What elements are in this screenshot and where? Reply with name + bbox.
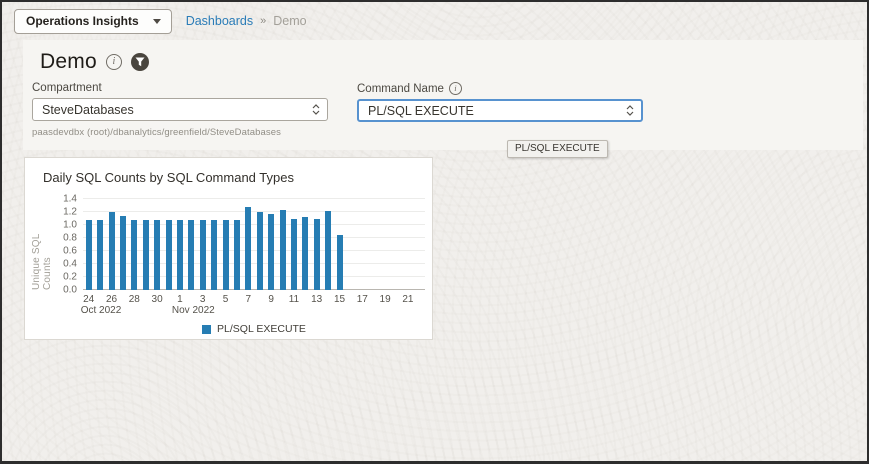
bar-nov-15[interactable]: [337, 235, 343, 290]
bar-nov-12[interactable]: [302, 217, 308, 290]
legend-label: PL/SQL EXECUTE: [217, 323, 306, 335]
page-title-row: Demo i: [23, 40, 863, 74]
bar-oct-30[interactable]: [154, 220, 160, 290]
bar-nov-14[interactable]: [325, 211, 331, 290]
compartment-selected-value: SteveDatabases: [33, 103, 305, 117]
chart-legend: PL/SQL EXECUTE: [83, 323, 425, 335]
x-tick-label: 28: [129, 294, 140, 305]
bar-oct-28[interactable]: [131, 220, 137, 290]
bar-nov-10[interactable]: [280, 210, 286, 290]
info-icon[interactable]: i: [106, 54, 122, 70]
x-tick-label: 30: [152, 294, 163, 305]
x-tick-label: 17: [357, 294, 368, 305]
x-axis-month-label: Nov 2022: [172, 305, 215, 316]
command-name-label: Command Name: [357, 83, 444, 95]
info-glyph: i: [454, 84, 456, 93]
bar-nov-7[interactable]: [245, 207, 251, 290]
breadcrumb-current: Demo: [273, 14, 306, 28]
command-name-select[interactable]: PL/SQL EXECUTE: [357, 99, 643, 122]
bar-oct-27[interactable]: [120, 216, 126, 290]
y-tick-label: 0.2: [49, 272, 77, 283]
bar-oct-26[interactable]: [109, 212, 115, 290]
x-axis-month-label: Oct 2022: [81, 305, 122, 316]
y-tick-label: 1.2: [49, 207, 77, 218]
info-glyph: i: [112, 57, 115, 67]
bar-nov-5[interactable]: [223, 220, 229, 290]
x-tick-label: 19: [380, 294, 391, 305]
bar-nov-1[interactable]: [177, 220, 183, 290]
x-tick-label: 5: [223, 294, 229, 305]
legend-item[interactable]: PL/SQL EXECUTE: [202, 323, 306, 335]
bar-nov-2[interactable]: [188, 220, 194, 290]
select-stepper-icon: [305, 104, 327, 115]
bar-nov-13[interactable]: [314, 219, 320, 291]
gridline: [83, 198, 425, 199]
y-tick-label: 0.0: [49, 285, 77, 296]
bar-nov-6[interactable]: [234, 220, 240, 290]
bar-oct-24[interactable]: [86, 220, 92, 290]
bar-nov-9[interactable]: [268, 214, 274, 290]
x-tick-label: 9: [268, 294, 274, 305]
app-switcher-label: Operations Insights: [26, 14, 139, 28]
x-tick-label: 3: [200, 294, 206, 305]
x-tick-label: 13: [311, 294, 322, 305]
plot-area: 0.00.20.40.60.81.01.21.4: [83, 199, 425, 290]
x-tick-label: 15: [334, 294, 345, 305]
y-tick-label: 0.6: [49, 246, 77, 257]
y-tick-label: 0.4: [49, 259, 77, 270]
compartment-select[interactable]: SteveDatabases: [32, 98, 328, 121]
x-tick-label: 21: [402, 294, 413, 305]
gridline: [83, 211, 425, 212]
y-tick-label: 1.4: [49, 194, 77, 205]
app-switcher-button[interactable]: Operations Insights: [14, 9, 172, 34]
bar-nov-8[interactable]: [257, 212, 263, 290]
compartment-path-text: paasdevdbx (root)/dbanalytics/greenfield…: [32, 127, 328, 138]
chart-card: Daily SQL Counts by SQL Command Types Un…: [24, 157, 433, 340]
command-name-info-icon[interactable]: i: [449, 82, 462, 95]
x-tick-label: 1: [177, 294, 183, 305]
chart-title: Daily SQL Counts by SQL Command Types: [25, 158, 432, 185]
chart: Unique SQL Counts 0.00.20.40.60.81.01.21…: [83, 199, 425, 335]
breadcrumb-link-dashboards[interactable]: Dashboards: [186, 14, 253, 28]
x-tick-label: 26: [106, 294, 117, 305]
y-tick-label: 1.0: [49, 220, 77, 231]
bar-oct-29[interactable]: [143, 220, 149, 290]
caret-down-icon: [153, 19, 161, 24]
x-axis: 2426283013579111315171921Oct 2022Nov 202…: [83, 290, 425, 317]
filter-row: Compartment SteveDatabases paasdevdbx (r…: [32, 82, 863, 138]
x-tick-label: 7: [246, 294, 252, 305]
app-window: Operations Insights Dashboards » Demo De…: [0, 0, 869, 464]
page-title: Demo: [40, 50, 97, 74]
breadcrumb: Dashboards » Demo: [186, 14, 307, 28]
x-tick-label: 24: [83, 294, 94, 305]
select-stepper-icon: [619, 105, 641, 116]
dashboard-filter-panel: Demo i Compartment SteveDatabases: [23, 40, 863, 150]
breadcrumb-separator-icon: »: [260, 15, 266, 27]
filter-funnel-icon[interactable]: [131, 53, 149, 71]
x-tick-label: 11: [289, 294, 299, 305]
y-tick-label: 0.8: [49, 233, 77, 244]
command-name-field: Command Name i PL/SQL EXECUTE PL/SQL EXE…: [357, 82, 643, 138]
command-name-selected-value: PL/SQL EXECUTE: [359, 104, 619, 118]
bar-nov-3[interactable]: [200, 220, 206, 290]
bar-oct-25[interactable]: [97, 220, 103, 290]
bar-nov-11[interactable]: [291, 219, 297, 291]
compartment-field: Compartment SteveDatabases paasdevdbx (r…: [32, 82, 328, 138]
funnel-glyph: [135, 57, 145, 67]
compartment-label: Compartment: [32, 82, 102, 94]
bar-oct-31[interactable]: [166, 220, 172, 290]
bar-nov-4[interactable]: [211, 220, 217, 290]
top-bar: Operations Insights Dashboards » Demo: [2, 2, 867, 40]
command-name-tooltip: PL/SQL EXECUTE: [507, 140, 608, 158]
legend-swatch: [202, 325, 211, 334]
